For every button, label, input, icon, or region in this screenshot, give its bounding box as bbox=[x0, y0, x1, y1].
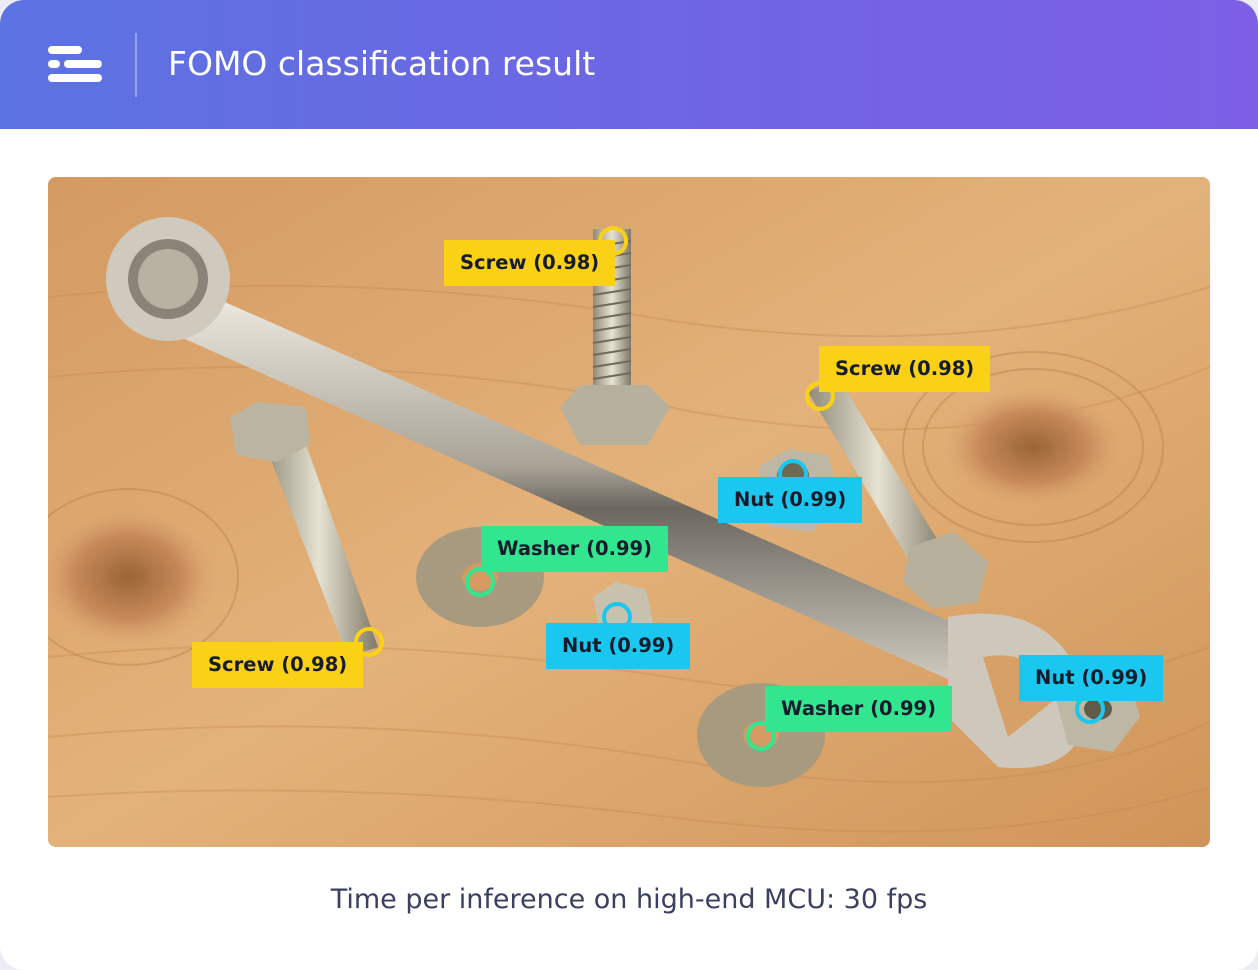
detection-label-washer: Washer (0.99) bbox=[481, 526, 669, 572]
header-divider bbox=[135, 33, 137, 97]
page-title: FOMO classification result bbox=[168, 44, 596, 83]
result-card: FOMO classification result Screw (0.98) … bbox=[0, 0, 1258, 970]
tools-photo bbox=[48, 177, 1210, 847]
wood-knot bbox=[943, 387, 1123, 507]
menu-lines-icon[interactable] bbox=[46, 42, 106, 86]
inference-time-text: Time per inference on high-end MCU: 30 f… bbox=[330, 884, 928, 915]
detection-image bbox=[48, 177, 1210, 847]
detection-label-screw: Screw (0.98) bbox=[444, 240, 616, 286]
detection-label-nut: Nut (0.99) bbox=[1019, 655, 1164, 701]
detection-label-washer: Washer (0.99) bbox=[765, 686, 953, 732]
detection-label-screw: Screw (0.98) bbox=[819, 346, 991, 392]
header-bar: FOMO classification result bbox=[0, 0, 1258, 129]
detection-label-screw: Screw (0.98) bbox=[192, 642, 364, 688]
detection-label-nut: Nut (0.99) bbox=[718, 477, 863, 523]
detection-label-nut: Nut (0.99) bbox=[546, 623, 691, 669]
